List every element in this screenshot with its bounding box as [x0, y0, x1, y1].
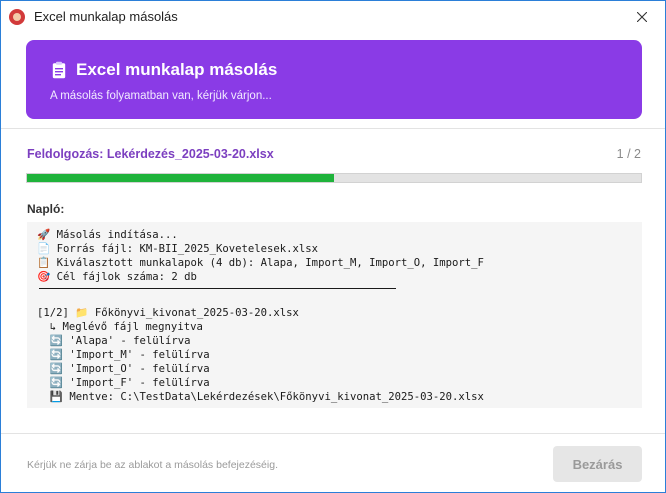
log-line: 🚀 Másolás indítása...: [37, 229, 178, 241]
close-button[interactable]: Bezárás: [553, 446, 642, 482]
window-title: Excel munkalap másolás: [34, 9, 178, 24]
processing-status: Feldolgozás: Lekérdezés_2025-03-20.xlsx: [27, 147, 274, 161]
log-line: 💾 Mentve: C:\TestData\Lekérdezések\Főkön…: [37, 391, 484, 403]
window-close-button[interactable]: [619, 1, 665, 32]
dialog-window: Excel munkalap másolás Excel munkalap má…: [0, 0, 666, 493]
log-line: 🎯 Cél fájlok száma: 2 db: [37, 271, 197, 283]
banner-title: Excel munkalap másolás: [76, 60, 278, 79]
log-label: Napló:: [27, 202, 65, 216]
log-separator: [39, 288, 396, 289]
app-icon: [9, 8, 25, 25]
title-bar[interactable]: Excel munkalap másolás: [1, 1, 665, 32]
banner-title-row: Excel munkalap másolás: [52, 60, 277, 80]
divider: [1, 128, 665, 129]
log-line: [1/2] 📁 Főkönyvi_kivonat_2025-03-20.xlsx: [37, 307, 299, 319]
footer-note: Kérjük ne zárja be az ablakot a másolás …: [27, 459, 278, 471]
footer-divider: [1, 433, 665, 434]
banner-subtitle: A másolás folyamatban van, kérjük várjon…: [50, 90, 272, 102]
progress-counter: 1 / 2: [616, 147, 641, 161]
log-line: 🔄 'Import_M' - felülírva: [37, 349, 210, 361]
progress-bar: [26, 173, 642, 183]
log-line: 🔄 'Import_F' - felülírva: [37, 377, 210, 389]
log-line: ↳ Meglévő fájl megnyitva: [37, 321, 203, 333]
log-line: 🔄 'Alapa' - felülírva: [37, 335, 191, 347]
close-icon: [637, 11, 647, 22]
header-banner: Excel munkalap másolás A másolás folyama…: [26, 40, 642, 119]
log-panel[interactable]: 🚀 Másolás indítása... 📄 Forrás fájl: KM-…: [27, 222, 642, 408]
progress-fill: [27, 174, 334, 182]
log-line: 📄 Forrás fájl: KM-BII_2025_Kovetelesek.x…: [37, 243, 319, 255]
log-line: 📋 Kiválasztott munkalapok (4 db): Alapa,…: [37, 257, 484, 269]
clipboard-icon: [52, 61, 66, 79]
log-line: 🔄 'Import_O' - felülírva: [37, 363, 210, 375]
